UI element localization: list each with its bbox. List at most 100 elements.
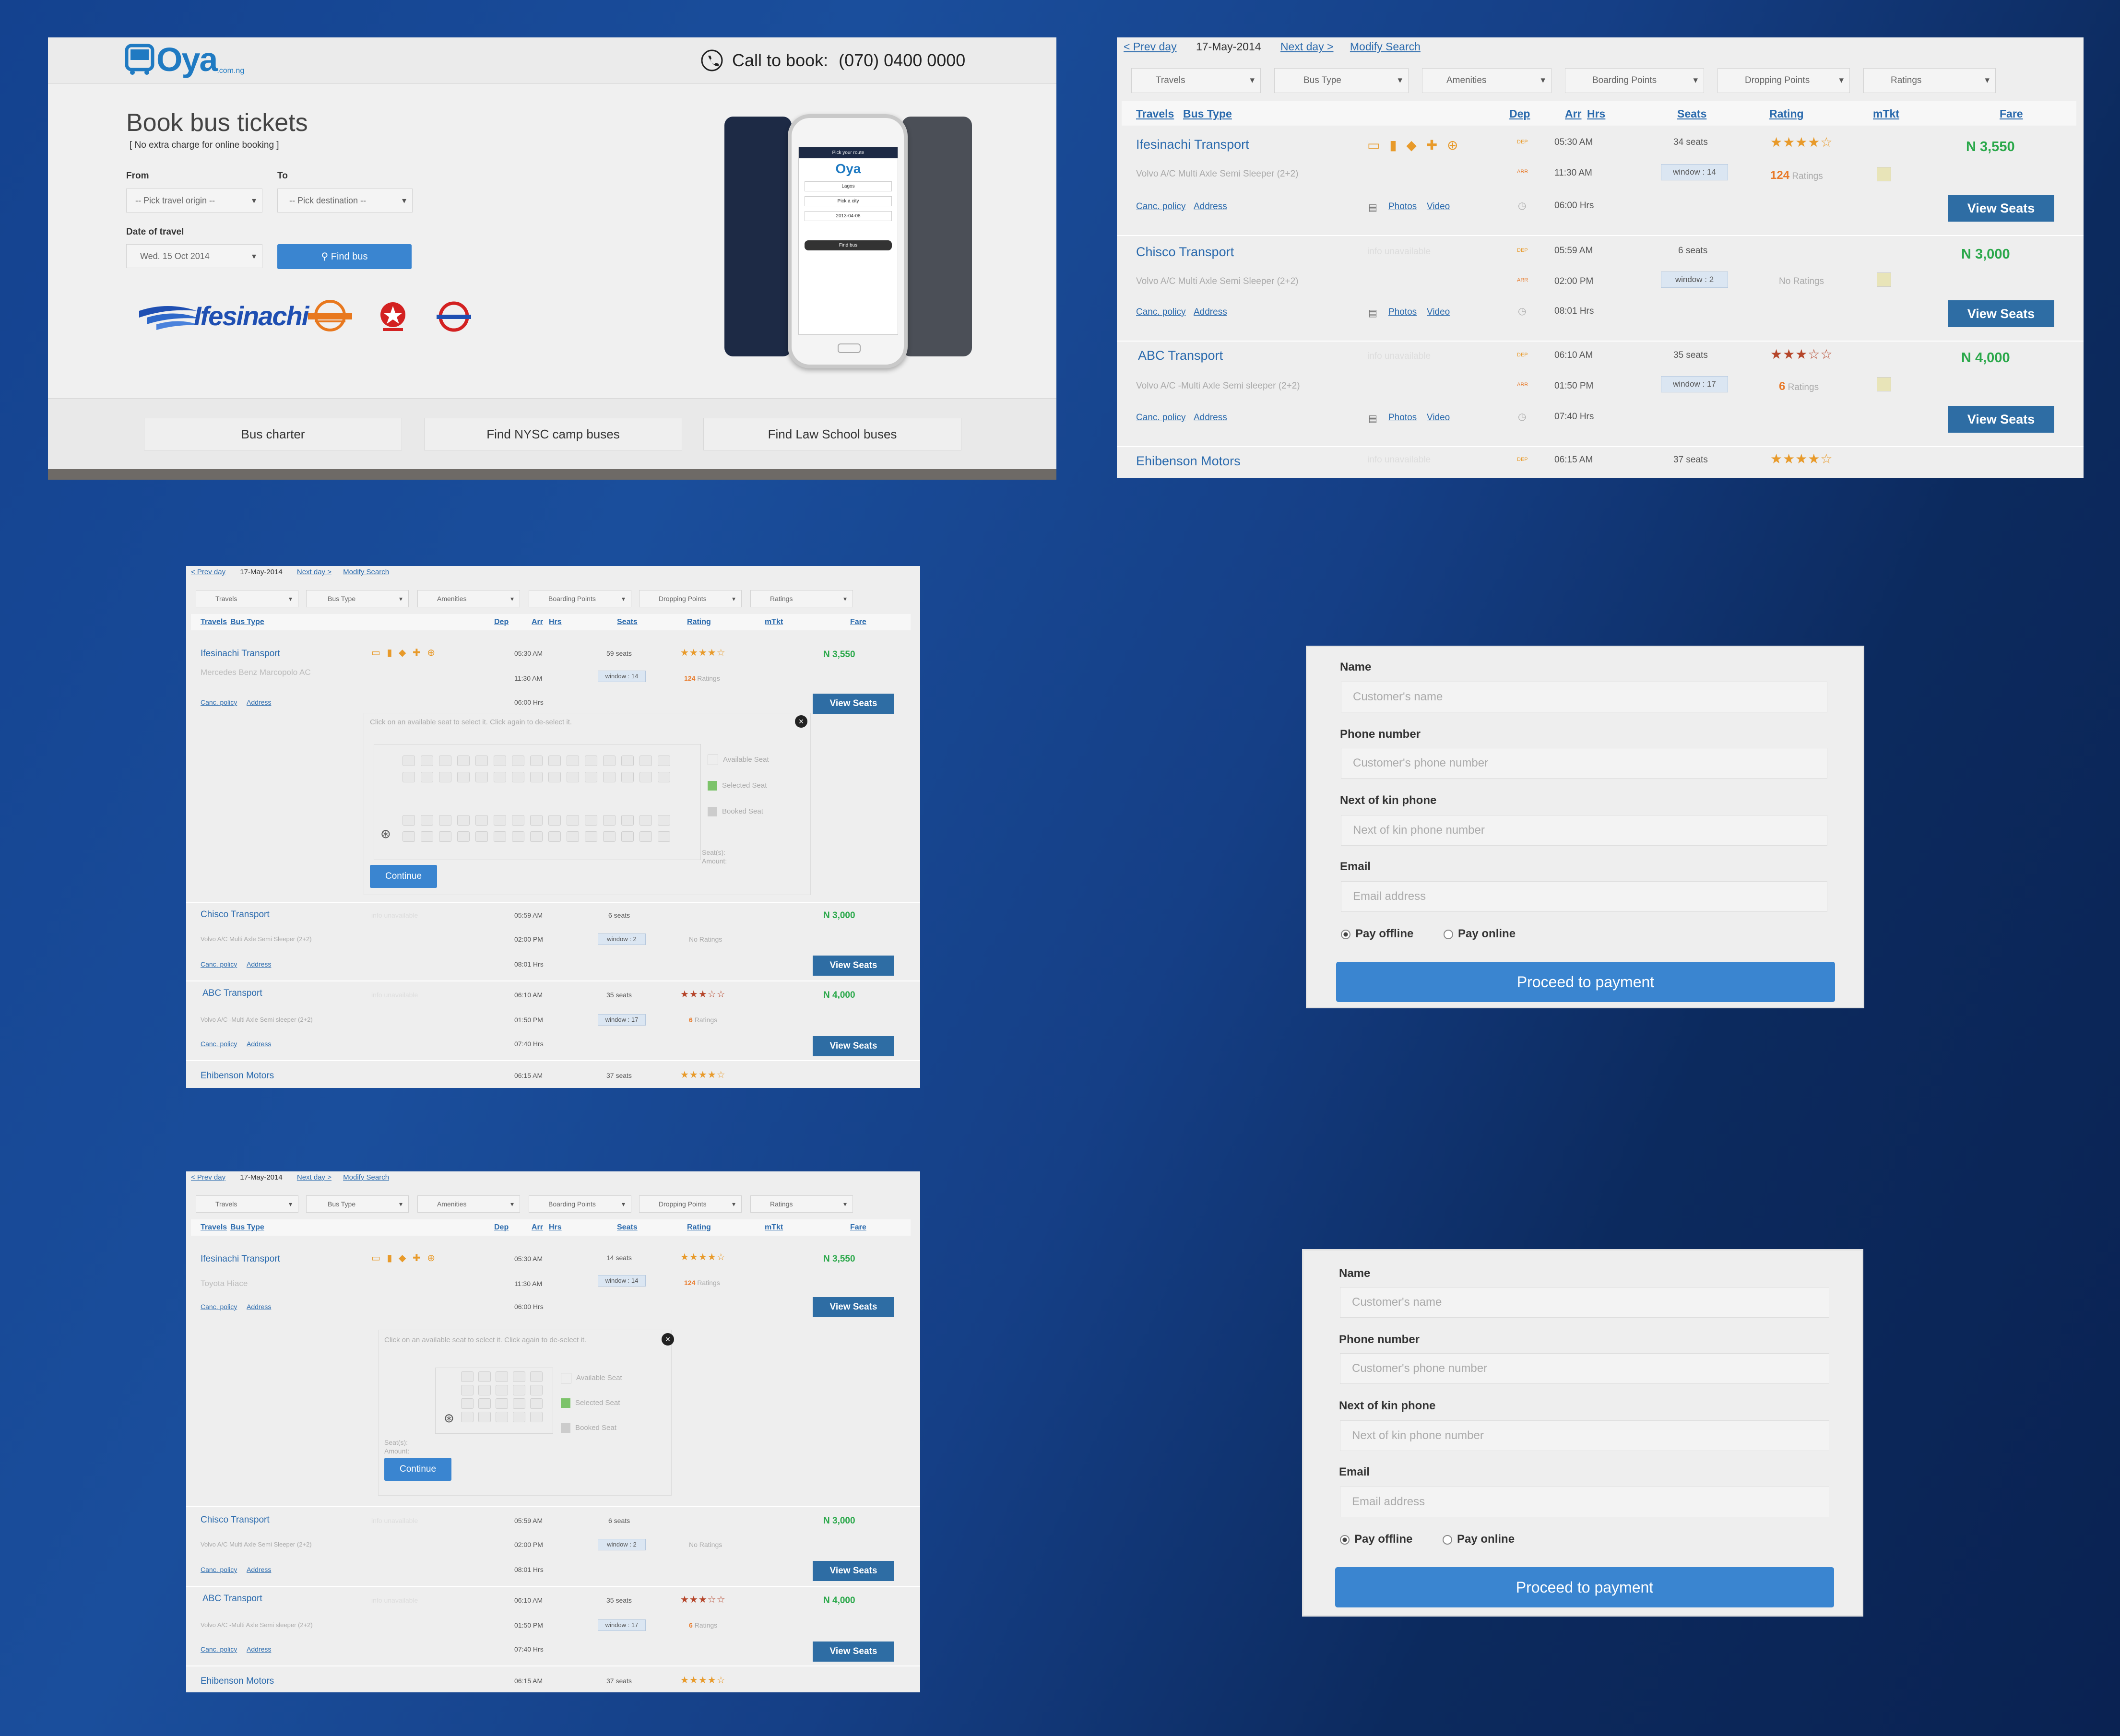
- sort-mtkt[interactable]: mTkt: [765, 618, 783, 626]
- seat[interactable]: [478, 1371, 491, 1382]
- address-link[interactable]: Address: [1194, 413, 1227, 423]
- seat[interactable]: [640, 772, 652, 782]
- sort-dep[interactable]: Dep: [494, 618, 509, 626]
- seat[interactable]: [567, 772, 579, 782]
- prev-day-link[interactable]: < Prev day: [1124, 40, 1177, 53]
- seat[interactable]: [603, 831, 616, 842]
- sort-hrs[interactable]: Hrs: [549, 618, 562, 626]
- pay-online-option[interactable]: Pay online: [1443, 1533, 1515, 1546]
- view-seats-button[interactable]: View Seats: [813, 1561, 894, 1581]
- pay-offline-option[interactable]: Pay offline: [1340, 1533, 1412, 1546]
- filter-travels[interactable]: Travels: [196, 590, 298, 607]
- filter-ratings[interactable]: Ratings: [750, 590, 853, 607]
- filter-amenities[interactable]: Amenities: [417, 590, 520, 607]
- seat[interactable]: [640, 815, 652, 826]
- photos-link[interactable]: Photos: [1388, 413, 1417, 423]
- address-link[interactable]: Address: [247, 1566, 271, 1573]
- seat[interactable]: [530, 815, 543, 826]
- sort-mtkt[interactable]: mTkt: [1873, 107, 1899, 120]
- sort-bus-type[interactable]: Bus Type: [230, 618, 264, 626]
- seat[interactable]: [512, 815, 524, 826]
- next-day-link[interactable]: Next day >: [297, 568, 332, 576]
- sort-seats[interactable]: Seats: [617, 1223, 638, 1232]
- filter-amenities[interactable]: Amenities: [1422, 68, 1552, 93]
- seat[interactable]: [567, 831, 579, 842]
- seat[interactable]: [548, 815, 561, 826]
- seat[interactable]: [513, 1412, 525, 1422]
- canc-policy-link[interactable]: Canc. policy: [1136, 413, 1186, 423]
- seat[interactable]: [457, 815, 470, 826]
- address-link[interactable]: Address: [247, 1303, 271, 1311]
- view-seats-button[interactable]: View Seats: [813, 956, 894, 976]
- seat[interactable]: [403, 815, 415, 826]
- kin-phone-input[interactable]: Next of kin phone number: [1341, 815, 1827, 846]
- next-day-link[interactable]: Next day >: [297, 1173, 332, 1181]
- operator-name[interactable]: Chisco Transport: [201, 1515, 270, 1525]
- photos-link[interactable]: Photos: [1388, 201, 1417, 212]
- seat[interactable]: [548, 756, 561, 766]
- seat[interactable]: [496, 1385, 508, 1395]
- seat[interactable]: [512, 772, 524, 782]
- find-bus-button[interactable]: ⚲ Find bus: [277, 244, 412, 269]
- sort-mtkt[interactable]: mTkt: [765, 1223, 783, 1232]
- filter-bus-type[interactable]: Bus Type: [1274, 68, 1409, 93]
- seat[interactable]: [496, 1412, 508, 1422]
- seat[interactable]: [621, 831, 634, 842]
- sort-hrs[interactable]: Hrs: [549, 1223, 562, 1232]
- sort-travels[interactable]: Travels: [201, 1223, 227, 1232]
- address-link[interactable]: Address: [247, 698, 271, 706]
- nysc-button[interactable]: Find NYSC camp buses: [424, 418, 682, 450]
- seat[interactable]: [494, 756, 506, 766]
- origin-select[interactable]: -- Pick travel origin --: [126, 189, 262, 213]
- filter-dropping[interactable]: Dropping Points: [639, 1195, 742, 1213]
- seat[interactable]: [548, 831, 561, 842]
- filter-ratings[interactable]: Ratings: [750, 1195, 853, 1213]
- seat[interactable]: [403, 831, 415, 842]
- canc-policy-link[interactable]: Canc. policy: [201, 1303, 237, 1311]
- next-day-link[interactable]: Next day >: [1280, 40, 1334, 53]
- filter-travels[interactable]: Travels: [196, 1195, 298, 1213]
- video-link[interactable]: Video: [1427, 307, 1450, 318]
- view-seats-button[interactable]: View Seats: [1948, 195, 2054, 222]
- seat[interactable]: [603, 815, 616, 826]
- seat[interactable]: [640, 831, 652, 842]
- seat[interactable]: [603, 772, 616, 782]
- seat[interactable]: [461, 1412, 474, 1422]
- law-school-button[interactable]: Find Law School buses: [703, 418, 961, 450]
- name-input[interactable]: Customer's name: [1341, 682, 1827, 712]
- operator-name[interactable]: ABC Transport: [202, 988, 262, 999]
- seat[interactable]: [513, 1371, 525, 1382]
- sort-seats[interactable]: Seats: [617, 618, 638, 626]
- seat[interactable]: [585, 815, 597, 826]
- date-select[interactable]: Wed. 15 Oct 2014: [126, 244, 262, 268]
- kin-phone-input[interactable]: Next of kin phone number: [1340, 1420, 1829, 1451]
- seat[interactable]: [461, 1385, 474, 1395]
- filter-ratings[interactable]: Ratings: [1863, 68, 1996, 93]
- seat[interactable]: [494, 831, 506, 842]
- view-seats-button[interactable]: View Seats: [813, 1297, 894, 1317]
- sort-rating[interactable]: Rating: [687, 1223, 711, 1232]
- canc-policy-link[interactable]: Canc. policy: [1136, 201, 1186, 212]
- seat[interactable]: [548, 772, 561, 782]
- view-seats-button[interactable]: View Seats: [813, 1036, 894, 1056]
- filter-boarding[interactable]: Boarding Points: [529, 590, 631, 607]
- seat[interactable]: [530, 1385, 543, 1395]
- continue-button[interactable]: Continue: [384, 1458, 451, 1481]
- address-link[interactable]: Address: [1194, 307, 1227, 318]
- seat[interactable]: [530, 1398, 543, 1409]
- seat[interactable]: [421, 815, 433, 826]
- seat[interactable]: [439, 831, 451, 842]
- canc-policy-link[interactable]: Canc. policy: [201, 960, 237, 968]
- seat[interactable]: [585, 831, 597, 842]
- email-input[interactable]: Email address: [1340, 1487, 1829, 1517]
- seat[interactable]: [475, 831, 488, 842]
- seat[interactable]: [421, 772, 433, 782]
- sort-travels[interactable]: Travels: [201, 618, 227, 626]
- operator-name[interactable]: Ehibenson Motors: [201, 1676, 274, 1687]
- seat[interactable]: [640, 756, 652, 766]
- operator-name[interactable]: Chisco Transport: [1136, 245, 1234, 260]
- sort-bus-type[interactable]: Bus Type: [230, 1223, 264, 1232]
- seat[interactable]: [439, 756, 451, 766]
- sort-fare[interactable]: Fare: [850, 618, 866, 626]
- seat[interactable]: [658, 831, 670, 842]
